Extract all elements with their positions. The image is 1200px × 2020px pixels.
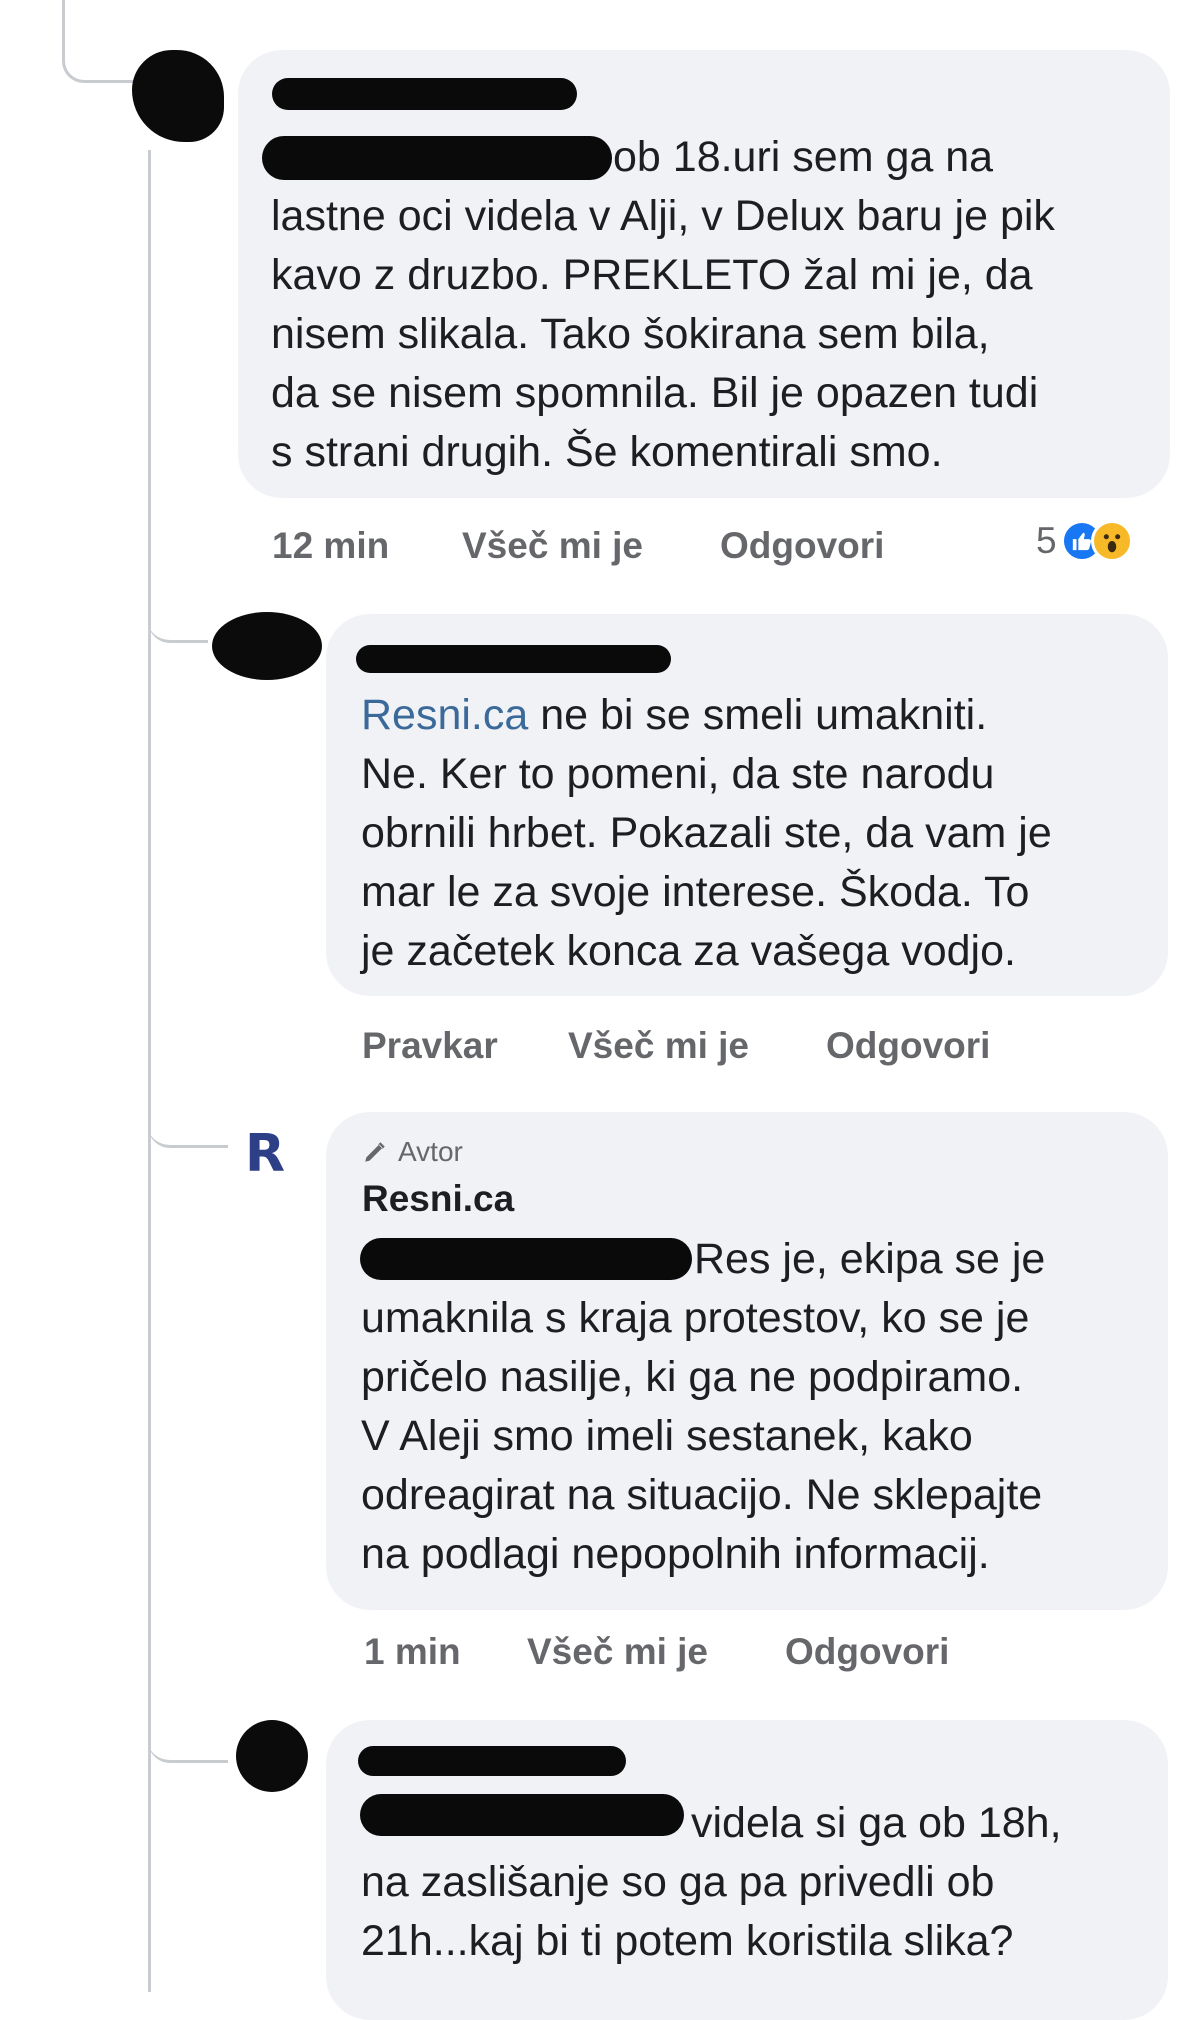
author-name[interactable]: Resni.ca — [362, 1178, 514, 1220]
avatar[interactable] — [236, 1720, 308, 1792]
like-button[interactable]: Všeč mi je — [527, 1631, 785, 1673]
comment-text: videla si ga ob 18h, na zaslišanje so ga… — [361, 1799, 1062, 1965]
author-badge-label: Avtor — [398, 1136, 463, 1167]
wow-icon — [1090, 520, 1133, 562]
thread-branch-3 — [148, 1080, 228, 1148]
redacted-name — [356, 645, 671, 673]
mention-link[interactable]: Resni.ca — [361, 691, 528, 739]
reaction-count: 5 — [1036, 520, 1057, 561]
thread-branch-4 — [148, 1700, 228, 1763]
comment-actions: 12 min Všeč mi je Odgovori — [272, 522, 884, 570]
redacted-name — [358, 1746, 626, 1776]
comment-actions: 1 min Všeč mi je Odgovori — [364, 1628, 949, 1676]
comment-time[interactable]: Pravkar — [362, 1025, 568, 1067]
redacted-name — [272, 78, 577, 110]
thread-line-top — [62, 0, 135, 83]
comment-actions: Pravkar Všeč mi je Odgovori — [362, 1022, 990, 1070]
avatar[interactable] — [212, 612, 322, 680]
like-button[interactable]: Všeč mi je — [462, 525, 720, 567]
comment-time[interactable]: 12 min — [272, 525, 462, 567]
thread-branch-2 — [148, 560, 208, 643]
reply-button[interactable]: Odgovori — [720, 525, 884, 567]
pencil-icon — [365, 1142, 385, 1162]
like-button[interactable]: Všeč mi je — [568, 1025, 826, 1067]
author-badge: Avtor — [362, 1136, 463, 1168]
reply-button[interactable]: Odgovori — [826, 1025, 990, 1067]
reply-button[interactable]: Odgovori — [785, 1631, 949, 1673]
comment-text: Res je, ekipa se je umaknila s kraja pro… — [361, 1235, 1046, 1578]
comment-text: ob 18.uri sem ga na lastne oci videla v … — [271, 133, 1055, 476]
avatar[interactable] — [132, 50, 224, 142]
page-logo-avatar[interactable]: R — [245, 1128, 285, 1180]
reaction-summary[interactable]: 5 — [1036, 520, 1133, 562]
comment-text: Resni.ca ne bi se smeli umakniti. Ne. Ke… — [361, 686, 1161, 981]
comment-time[interactable]: 1 min — [364, 1631, 527, 1673]
